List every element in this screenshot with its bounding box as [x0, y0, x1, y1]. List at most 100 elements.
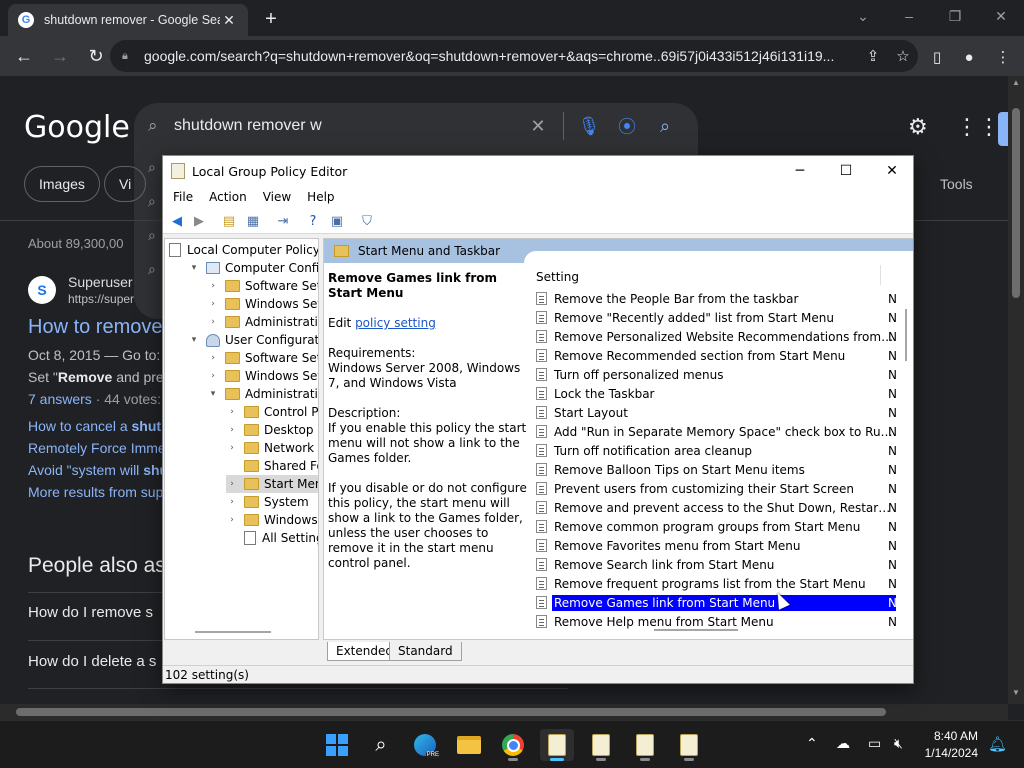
- tree-node[interactable]: › Administrative Te: [207, 313, 318, 331]
- menu-help[interactable]: Help: [299, 190, 342, 204]
- edit-policy-setting-link[interactable]: policy setting: [355, 316, 436, 330]
- scrollbar-thumb[interactable]: [16, 708, 886, 716]
- notification-bell-icon[interactable]: 🔔︎: [988, 735, 1007, 753]
- gpe-maximize-icon[interactable]: ☐: [823, 156, 869, 186]
- result-site-name[interactable]: Superuser: [68, 274, 133, 290]
- account-avatar[interactable]: [998, 112, 1008, 146]
- tree-node[interactable]: › Software Settings: [207, 277, 318, 295]
- related-link-text[interactable]: How to cancel a: [28, 418, 132, 434]
- settings-vertical-scrollbar[interactable]: [904, 265, 912, 625]
- chevron-right-icon[interactable]: ›: [207, 281, 219, 291]
- menu-view[interactable]: View: [255, 190, 299, 204]
- tree-node[interactable]: › Software Settings: [207, 349, 318, 367]
- tree-node[interactable]: › Start Menu ar: [226, 475, 318, 493]
- gpe-close-icon[interactable]: ✕: [869, 156, 913, 186]
- share-icon[interactable]: ⇪: [858, 47, 888, 65]
- taskbar-gpedit-button[interactable]: [540, 729, 574, 761]
- tree-node[interactable]: › Network: [226, 439, 314, 457]
- policy-setting-row[interactable]: Remove Favorites menu from Start Menu N: [536, 536, 896, 555]
- gpe-minimize-icon[interactable]: ─: [777, 156, 823, 186]
- browser-tab[interactable]: G shutdown remover - Google Search ✕: [8, 4, 248, 36]
- tray-overflow-chevron-icon[interactable]: ⌃: [806, 735, 818, 752]
- up-folder-icon[interactable]: ▤: [221, 213, 237, 229]
- chevron-right-icon[interactable]: ›: [226, 479, 238, 489]
- chevron-right-icon[interactable]: ›: [207, 317, 219, 327]
- filter-icon[interactable]: ⛉: [359, 213, 375, 229]
- side-panel-icon[interactable]: ▯: [924, 44, 950, 70]
- chevron-right-icon[interactable]: ›: [226, 515, 238, 525]
- chevron-down-icon[interactable]: ▾: [188, 335, 200, 345]
- tree-node[interactable]: Shared Folder: [226, 457, 318, 475]
- policy-setting-row[interactable]: Prevent users from customizing their Sta…: [536, 479, 896, 498]
- chevron-right-icon[interactable]: ›: [226, 407, 238, 417]
- tree-node[interactable]: ▾ Computer Configura: [188, 259, 318, 277]
- chevron-down-icon[interactable]: ▾: [207, 389, 219, 399]
- tree-node[interactable]: ▾ Administrative Te: [207, 385, 318, 403]
- column-header-setting[interactable]: Setting: [536, 270, 579, 284]
- search-box[interactable]: ⌕ shutdown remover w ✕ 🎙︎ ⦿ ⌕: [134, 103, 698, 149]
- close-window-icon[interactable]: ✕: [978, 0, 1024, 32]
- scrollbar-thumb[interactable]: [905, 309, 907, 361]
- forward-arrow-icon[interactable]: →: [44, 40, 76, 72]
- menu-action[interactable]: Action: [201, 190, 255, 204]
- bookmark-star-icon[interactable]: ☆: [888, 47, 918, 65]
- forward-icon[interactable]: ▶: [191, 213, 207, 229]
- tree-node[interactable]: › System: [226, 493, 309, 511]
- policy-setting-row[interactable]: Remove Recommended section from Start Me…: [536, 346, 896, 365]
- tree-node[interactable]: All Settings: [226, 529, 318, 547]
- tree-horizontal-scrollbar[interactable]: [195, 631, 271, 633]
- related-link[interactable]: Remotely Force Imme: [28, 440, 166, 456]
- tab-search-icon[interactable]: ⌄: [840, 0, 886, 32]
- related-link[interactable]: Avoid "system will shu: [28, 462, 168, 478]
- network-disconnected-icon[interactable]: ☁: [836, 735, 850, 752]
- paa-question[interactable]: How do I remove s: [28, 604, 153, 621]
- search-submit-icon[interactable]: ⌕: [646, 116, 684, 137]
- restore-icon[interactable]: ❐: [932, 0, 978, 32]
- policy-setting-row[interactable]: Remove Personalized Website Recommendati…: [536, 327, 896, 346]
- scroll-up-icon[interactable]: ▲: [1008, 78, 1024, 94]
- profile-icon[interactable]: ●: [956, 44, 982, 70]
- chevron-right-icon[interactable]: ›: [226, 443, 238, 453]
- properties-icon[interactable]: ▣: [329, 213, 345, 229]
- policy-setting-row[interactable]: Remove Search link from Start Menu N: [536, 555, 896, 574]
- answers-link[interactable]: 7 answers · 44 votes:: [28, 391, 161, 407]
- related-link[interactable]: How to cancel a shut: [28, 418, 161, 434]
- taskbar-search-button[interactable]: ⌕: [364, 729, 398, 761]
- tab-standard[interactable]: Standard: [389, 642, 462, 661]
- back-arrow-icon[interactable]: ←: [8, 40, 40, 72]
- more-results-link[interactable]: More results from sup: [28, 484, 163, 500]
- tools-button[interactable]: Tools: [940, 176, 973, 192]
- chevron-right-icon[interactable]: ›: [226, 497, 238, 507]
- menu-file[interactable]: File: [165, 190, 201, 204]
- page-horizontal-scrollbar[interactable]: [0, 704, 1008, 720]
- back-icon[interactable]: ◀: [169, 213, 185, 229]
- settings-horizontal-scrollbar[interactable]: [654, 629, 738, 631]
- volume-muted-icon[interactable]: 🔇︎: [894, 735, 903, 752]
- taskbar-explorer-button[interactable]: [452, 729, 486, 761]
- scrollbar-thumb[interactable]: [1012, 108, 1020, 298]
- taskbar-gpedit-button-3[interactable]: [628, 729, 662, 761]
- policy-setting-row[interactable]: Turn off notification area cleanup N: [536, 441, 896, 460]
- policy-setting-row[interactable]: Turn off personalized menus N: [536, 365, 896, 384]
- policy-setting-row[interactable]: Add "Run in Separate Memory Space" check…: [536, 422, 896, 441]
- chevron-right-icon[interactable]: ›: [207, 353, 219, 363]
- settings-gear-icon[interactable]: ⚙: [908, 114, 928, 140]
- chip-videos[interactable]: Vi: [104, 166, 147, 202]
- paa-question[interactable]: How do I delete a s: [28, 653, 156, 670]
- chevron-right-icon[interactable]: ›: [226, 425, 238, 435]
- tree-node[interactable]: › Windows Setting: [207, 295, 318, 313]
- policy-setting-row[interactable]: Remove and prevent access to the Shut Do…: [536, 498, 896, 517]
- show-hide-tree-icon[interactable]: ▦: [245, 213, 261, 229]
- related-link-text[interactable]: More results from sup: [28, 484, 163, 500]
- chevron-right-icon[interactable]: ›: [207, 371, 219, 381]
- policy-setting-row[interactable]: Remove "Recently added" list from Start …: [536, 308, 896, 327]
- scroll-down-icon[interactable]: ▼: [1008, 688, 1024, 704]
- result-title-link[interactable]: How to remove: [28, 316, 163, 339]
- chip-images[interactable]: Images: [24, 166, 100, 202]
- new-tab-button[interactable]: +: [258, 6, 284, 32]
- chevron-down-icon[interactable]: ▾: [188, 263, 200, 273]
- policy-setting-row[interactable]: Remove common program groups from Start …: [536, 517, 896, 536]
- taskbar-gpedit-button-4[interactable]: [672, 729, 706, 761]
- related-link-text[interactable]: Remotely Force Imme: [28, 440, 166, 456]
- related-link-bold[interactable]: shut: [132, 418, 162, 434]
